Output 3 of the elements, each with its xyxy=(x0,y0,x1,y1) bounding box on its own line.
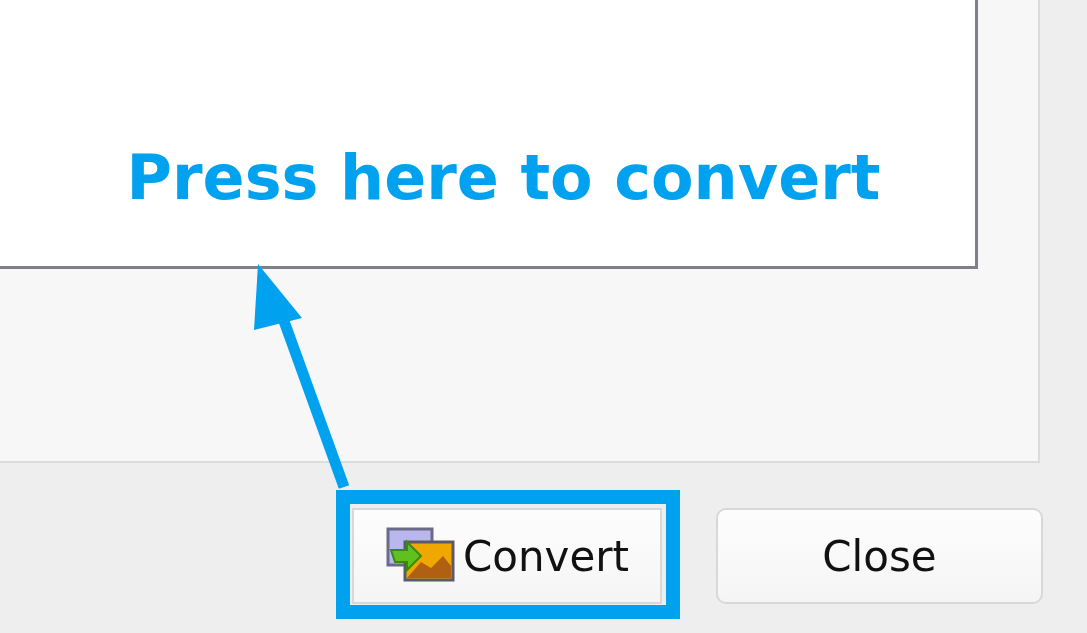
close-button[interactable]: Close xyxy=(716,508,1043,604)
convert-button[interactable]: Convert xyxy=(352,508,662,604)
annotation-text: Press here to convert xyxy=(126,140,881,216)
